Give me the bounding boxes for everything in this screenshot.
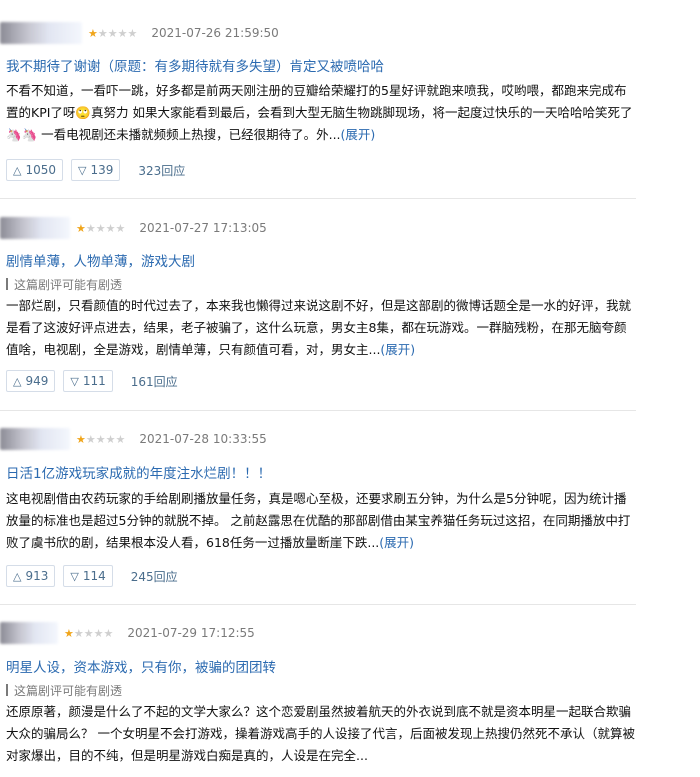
upvote-button[interactable]: △ 913 bbox=[6, 565, 56, 587]
triangle-up-icon: △ bbox=[13, 374, 22, 388]
upvote-button[interactable]: △ 1050 bbox=[6, 159, 64, 181]
review-text: 一部烂剧，只看颜值的时代过去了，本来我也懒得过来说这剧不好，但是这部剧的微博话题… bbox=[6, 298, 632, 357]
triangle-up-icon: △ bbox=[13, 163, 22, 177]
upvote-count: 913 bbox=[25, 569, 49, 583]
review-meta: ★ ★★★★ 2021-07-29 17:12:55 bbox=[0, 622, 255, 644]
triangle-down-icon: ▽ bbox=[78, 163, 87, 177]
downvote-button[interactable]: ▽ 139 bbox=[71, 159, 121, 181]
downvote-count: 114 bbox=[82, 569, 106, 583]
review-date: 2021-07-27 17:13:05 bbox=[139, 221, 267, 235]
star-icon: ★ bbox=[64, 626, 74, 640]
reply-link[interactable]: 323回应 bbox=[138, 162, 185, 179]
avatar[interactable] bbox=[0, 622, 58, 644]
review-title[interactable]: 我不期待了谢谢（原题：有多期待就有多失望）肯定又被喷哈哈 bbox=[6, 55, 384, 75]
review-text: 不看不知道，一看吓一跳，好多都是前两天刚注册的豆瓣给荣耀打的5星好评就跑来喷我，… bbox=[6, 83, 633, 142]
avatar[interactable] bbox=[0, 428, 70, 450]
divider bbox=[0, 198, 636, 199]
review-date: 2021-07-28 10:33:55 bbox=[139, 432, 267, 446]
review-meta: ★ ★★★★ 2021-07-26 21:59:50 bbox=[0, 22, 279, 44]
spoiler-warning: 这篇剧评可能有剧透 bbox=[6, 276, 122, 293]
downvote-button[interactable]: ▽ 114 bbox=[63, 565, 113, 587]
expand-link[interactable]: (展开) bbox=[379, 535, 414, 550]
star-rating: ★ ★★★★ bbox=[64, 628, 113, 639]
review-body: 这电视剧借由农药玩家的手给剧刷播放量任务，真是嗯心至极，还要求刷五分钟，为什么是… bbox=[6, 488, 638, 554]
reply-link[interactable]: 245回应 bbox=[131, 568, 178, 585]
downvote-count: 111 bbox=[82, 374, 106, 388]
divider bbox=[0, 604, 636, 605]
downvote-button[interactable]: ▽ 111 bbox=[63, 370, 113, 392]
review-meta: ★ ★★★★ 2021-07-28 10:33:55 bbox=[0, 428, 267, 450]
review-body: 还原原著，颜漫是什么了不起的文学大家么？这个恋爱剧虽然披着航天的外衣说到底不就是… bbox=[6, 701, 638, 767]
review-title[interactable]: 剧情单薄，人物单薄，游戏大剧 bbox=[6, 250, 195, 270]
review-date: 2021-07-29 17:12:55 bbox=[127, 626, 255, 640]
star-icon: ★ bbox=[76, 221, 86, 235]
triangle-down-icon: ▽ bbox=[70, 569, 79, 583]
spoiler-warning: 这篇剧评可能有剧透 bbox=[6, 682, 122, 699]
review-date: 2021-07-26 21:59:50 bbox=[151, 26, 279, 40]
star-icon: ★ bbox=[88, 26, 98, 40]
review-body: 不看不知道，一看吓一跳，好多都是前两天刚注册的豆瓣给荣耀打的5星好评就跑来喷我，… bbox=[6, 80, 638, 146]
star-icon: ★ bbox=[76, 432, 86, 446]
expand-link[interactable]: (展开) bbox=[380, 342, 415, 357]
star-icon: ★★★★ bbox=[85, 432, 126, 446]
star-icon: ★★★★ bbox=[73, 626, 114, 640]
review-actions: △ 1050 ▽ 139 323回应 bbox=[6, 159, 185, 181]
avatar[interactable] bbox=[0, 22, 82, 44]
review-text: 这电视剧借由农药玩家的手给剧刷播放量任务，真是嗯心至极，还要求刷五分钟，为什么是… bbox=[6, 491, 631, 550]
review-title[interactable]: 明星人设，资本游戏，只有你，被骗的团团转 bbox=[6, 656, 276, 676]
star-rating: ★ ★★★★ bbox=[76, 223, 125, 234]
star-rating: ★ ★★★★ bbox=[88, 28, 137, 39]
review-body: 一部烂剧，只看颜值的时代过去了，本来我也懒得过来说这剧不好，但是这部剧的微博话题… bbox=[6, 295, 638, 361]
review-title[interactable]: 日活1亿游戏玩家成就的年度注水烂剧！！！ bbox=[6, 462, 271, 482]
divider bbox=[0, 410, 636, 411]
triangle-up-icon: △ bbox=[13, 569, 22, 583]
review-meta: ★ ★★★★ 2021-07-27 17:13:05 bbox=[0, 217, 267, 239]
reply-link[interactable]: 161回应 bbox=[131, 373, 178, 390]
upvote-button[interactable]: △ 949 bbox=[6, 370, 56, 392]
spoiler-text: 这篇剧评可能有剧透 bbox=[14, 684, 123, 698]
upvote-count: 1050 bbox=[25, 163, 57, 177]
star-icon: ★★★★ bbox=[97, 26, 138, 40]
triangle-down-icon: ▽ bbox=[70, 374, 79, 388]
star-rating: ★ ★★★★ bbox=[76, 434, 125, 445]
star-icon: ★★★★ bbox=[85, 221, 126, 235]
review-text: 还原原著，颜漫是什么了不起的文学大家么？这个恋爱剧虽然披着航天的外衣说到底不就是… bbox=[6, 704, 635, 763]
downvote-count: 139 bbox=[90, 163, 114, 177]
avatar[interactable] bbox=[0, 217, 70, 239]
spoiler-text: 这篇剧评可能有剧透 bbox=[14, 278, 123, 292]
expand-link[interactable]: (展开) bbox=[341, 127, 376, 142]
upvote-count: 949 bbox=[25, 374, 49, 388]
review-actions: △ 913 ▽ 114 245回应 bbox=[6, 565, 178, 587]
review-actions: △ 949 ▽ 111 161回应 bbox=[6, 370, 178, 392]
